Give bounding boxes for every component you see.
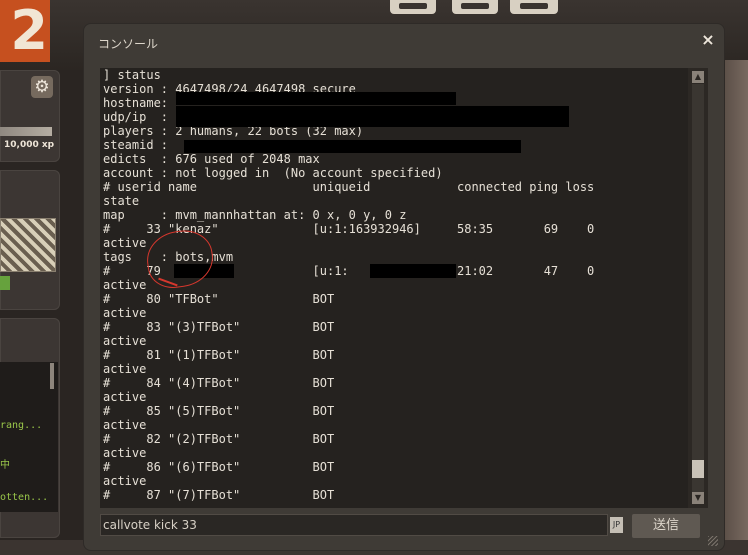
console-line: # 80 "TFBot" BOT (103, 292, 335, 306)
chat-line: otten... (0, 492, 49, 503)
menu-top-button-1[interactable] (390, 0, 436, 14)
output-scrollbar[interactable]: ▲ ▼ (688, 68, 708, 508)
console-output: ] status version : 4647498/24 4647498 sec… (100, 68, 708, 508)
console-line: active (103, 362, 147, 376)
chat-line: rang... (0, 420, 43, 431)
xp-progress-bar (0, 127, 52, 136)
console-line: udp/ip : (103, 110, 169, 124)
xp-label: 10,000 xp (4, 140, 55, 150)
menu-top-button-3[interactable] (510, 0, 558, 14)
ime-indicator: JP (610, 517, 623, 533)
gear-icon[interactable]: ⚙ (31, 76, 53, 98)
console-line: state (103, 194, 140, 208)
chat-scrollbar[interactable] (50, 363, 54, 389)
menu-top-button-2[interactable] (452, 0, 498, 14)
console-line: active (103, 474, 147, 488)
console-line: active (103, 390, 147, 404)
scroll-thumb[interactable] (692, 460, 704, 478)
console-line: map : mvm_mannhattan at: 0 x, 0 y, 0 z (103, 208, 407, 222)
background-wall (724, 60, 748, 555)
status-indicator (0, 276, 10, 290)
console-line: account : not logged in (No account spec… (103, 166, 443, 180)
console-line: # 83 "(3)TFBot" BOT (103, 320, 335, 334)
console-line: # 81 "(1)TFBot" BOT (103, 348, 335, 362)
redacted-ip (176, 106, 569, 127)
console-line: hostname: (103, 96, 169, 110)
scroll-down-arrow[interactable]: ▼ (692, 492, 704, 504)
command-input[interactable]: callvote kick 33 (100, 514, 608, 536)
redacted-hostname (176, 92, 456, 105)
console-line: ] status (103, 68, 161, 82)
console-line: active (103, 306, 147, 320)
console-line: active (103, 446, 147, 460)
console-title: コンソール (98, 37, 159, 51)
console-line: # 82 "(2)TFBot" BOT (103, 432, 335, 446)
chat-line: 中 (0, 460, 10, 471)
console-line: edicts : 676 used of 2048 max (103, 152, 320, 166)
console-line: # userid name uniqueid connected ping lo… (103, 180, 595, 194)
item-card-image[interactable] (0, 218, 56, 272)
console-output-lines: ] status version : 4647498/24 4647498 sec… (103, 68, 688, 508)
console-line: # 87 "(7)TFBot" BOT (103, 488, 335, 502)
console-line: active (103, 334, 147, 348)
console-line: steamid : (103, 138, 169, 152)
console-window: コンソール × ] status version : 4647498/24 464… (84, 24, 724, 550)
send-button[interactable]: 送信 (632, 514, 700, 538)
console-line: active (103, 278, 147, 292)
console-line: # 86 "(6)TFBot" BOT (103, 460, 335, 474)
console-line: # 85 "(5)TFBot" BOT (103, 404, 335, 418)
redacted-player-id (370, 264, 456, 278)
scroll-track[interactable] (692, 84, 704, 492)
redacted-steamid (184, 140, 521, 153)
console-line: active (103, 418, 147, 432)
scroll-up-arrow[interactable]: ▲ (692, 71, 704, 83)
console-line: active (103, 236, 147, 250)
tf2-logo: 2 (0, 0, 50, 62)
resize-grip[interactable] (708, 536, 718, 546)
close-button[interactable]: × (699, 31, 717, 49)
console-line: # 84 "(4)TFBot" BOT (103, 376, 335, 390)
